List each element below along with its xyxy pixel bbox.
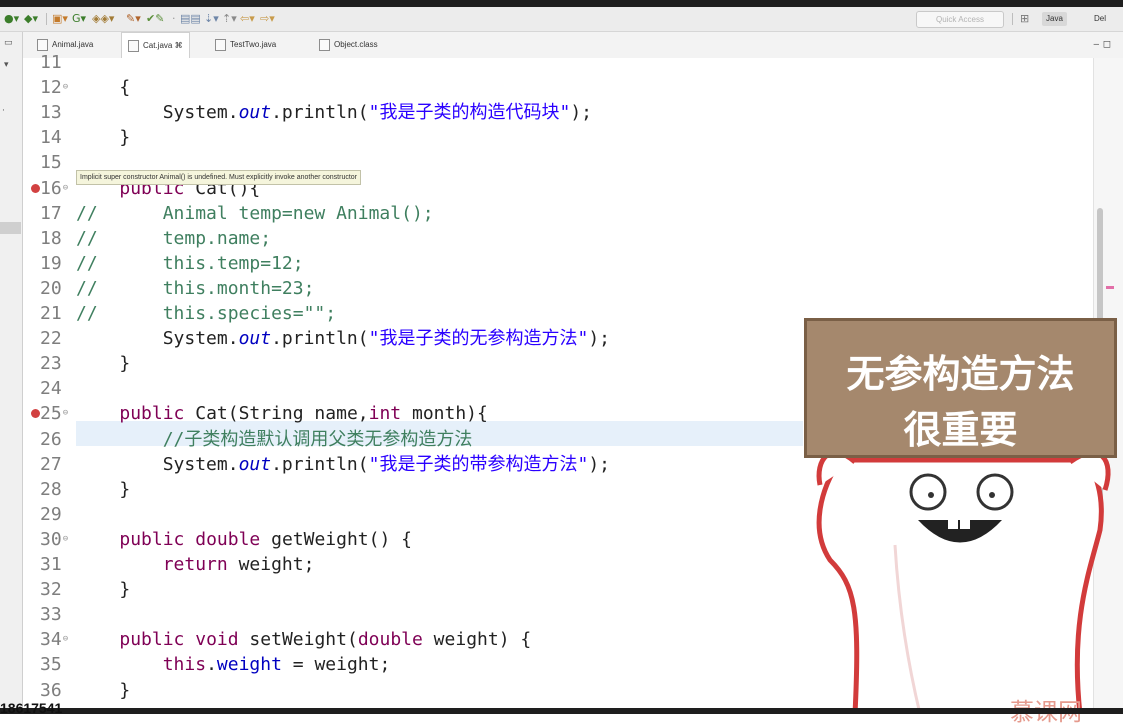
code-line[interactable]: this.weight = weight; [76, 652, 391, 677]
fold-icon[interactable]: ⊖ [63, 82, 68, 92]
sign-board: 无参构造方法 很重要 [804, 318, 1117, 458]
code-line[interactable]: public void setWeight(double weight) { [76, 627, 531, 652]
java-file-icon [128, 39, 139, 52]
next-annotation-icon[interactable]: ⇣▾ [204, 13, 219, 25]
sign-line-2: 很重要 [903, 408, 1018, 452]
code-line[interactable]: // this.month=23; [76, 276, 314, 301]
tab-label: TestTwo.java [230, 40, 277, 49]
line-number: 13 [40, 102, 62, 124]
code-line[interactable]: // this.species=""; [76, 301, 336, 326]
toolbar-separator [1012, 13, 1013, 25]
line-number: 14 [40, 127, 62, 149]
code-line[interactable]: System.out.println("我是子类的构造代码块"); [76, 100, 592, 125]
line-number: 12⊖ [40, 77, 69, 99]
toggle-icon[interactable]: ▤▤ [180, 13, 201, 25]
line-number: 28 [40, 478, 62, 500]
marker-icon: · [2, 106, 5, 116]
tab-label: Animal.java [52, 40, 94, 49]
line-number: 11 [40, 52, 62, 73]
code-line[interactable]: } [76, 351, 130, 376]
line-number: 36 [40, 679, 62, 701]
line-number: 18 [40, 227, 62, 249]
tab-label: Object.class [334, 40, 378, 49]
nav-icon[interactable]: · [172, 13, 176, 25]
line-number: 34⊖ [40, 629, 69, 651]
debug-icon[interactable]: ◆▾ [24, 13, 38, 25]
search-icon[interactable]: ✎▾ [126, 13, 141, 25]
code-line[interactable]: // Animal temp=new Animal(); [76, 201, 434, 226]
class-file-icon [319, 38, 330, 51]
line-number: 30⊖ [40, 528, 69, 550]
tab-object-class[interactable]: Object.class [313, 32, 384, 58]
editor-tab-bar: Animal.java Cat.java ⌘ TestTwo.java Obje… [23, 32, 1123, 59]
run-icon[interactable]: ●▾ [4, 13, 19, 25]
code-line[interactable]: } [76, 577, 130, 602]
open-perspective-icon[interactable]: ⊞ [1020, 13, 1029, 25]
line-number: 16⊖ [40, 177, 69, 199]
code-line[interactable]: } [76, 477, 130, 502]
code-line[interactable]: } [76, 125, 130, 150]
window-bottom-edge [0, 708, 1123, 714]
line-number: 20 [40, 277, 62, 299]
restore-icon[interactable]: ▭ [4, 38, 13, 48]
code-line[interactable]: public Cat(String name,int month){ [76, 401, 487, 426]
java-file-icon [215, 38, 226, 51]
line-number: 23 [40, 353, 62, 375]
fold-icon[interactable]: ⊖ [63, 408, 68, 418]
new-icon[interactable]: ▣▾ [52, 13, 68, 25]
toolbar-separator [46, 13, 47, 25]
error-marker-icon[interactable] [31, 183, 40, 193]
tab-label: Cat.java ⌘ [143, 41, 183, 50]
fold-icon[interactable]: ⊖ [63, 534, 68, 544]
line-number: 32 [40, 579, 62, 601]
fold-icon[interactable]: ⊖ [63, 634, 68, 644]
lesson-overlay: 无参构造方法 很重要 [800, 310, 1123, 714]
package-explorer-collapsed: ▭ ▾ · [0, 32, 23, 714]
code-line[interactable]: // temp.name; [76, 226, 271, 251]
prev-annotation-icon[interactable]: ⇡▾ [222, 13, 237, 25]
window-top-edge [0, 0, 1123, 7]
perspective-java-button[interactable]: Java [1042, 12, 1067, 26]
line-number: 21 [40, 303, 62, 324]
tab-testtwo-java[interactable]: TestTwo.java [209, 32, 282, 58]
perspective-debug-button[interactable]: Del [1094, 12, 1106, 26]
line-number: 19 [40, 252, 62, 274]
line-number: 33 [40, 604, 62, 626]
code-line[interactable]: //子类构造默认调用父类无参构造方法 [76, 427, 473, 452]
code-line[interactable]: return weight; [76, 552, 315, 577]
line-number: 17 [40, 202, 62, 224]
code-line[interactable]: // this.temp=12; [76, 251, 304, 276]
forward-icon[interactable]: ⇨▾ [260, 13, 275, 25]
line-number: 15 [40, 152, 62, 174]
back-icon[interactable]: ⇦▾ [240, 13, 255, 25]
line-number: 22 [40, 328, 62, 350]
error-tooltip: Implicit super constructor Animal() is u… [76, 170, 362, 185]
line-number: 31 [40, 554, 62, 575]
overview-marker[interactable] [1106, 286, 1114, 289]
main-toolbar: ●▾ ◆▾ ▣▾ G▾ ◈◈▾ ✎▾ ✔✎ · ▤▤ ⇣▾ ⇡▾ ⇦▾ ⇨▾ Q… [0, 7, 1123, 32]
code-line[interactable]: System.out.println("我是子类的带参构造方法"); [76, 452, 610, 477]
minimize-maximize-icon[interactable]: ‒ ◻ [1093, 40, 1111, 50]
new-class-icon[interactable]: G▾ [72, 13, 86, 25]
code-line[interactable]: } [76, 678, 130, 703]
chevron-down-icon[interactable]: ▾ [4, 60, 9, 70]
line-number: 27 [40, 453, 62, 475]
code-line[interactable]: { [76, 75, 130, 100]
code-line[interactable]: public double getWeight() { [76, 527, 412, 552]
quick-access-input[interactable]: Quick Access [916, 11, 1004, 28]
code-line[interactable]: System.out.println("我是子类的无参构造方法"); [76, 326, 610, 351]
tab-cat-java[interactable]: Cat.java ⌘ [121, 32, 190, 59]
line-number: 25⊖ [40, 403, 69, 425]
open-type-icon[interactable]: ◈◈▾ [92, 13, 114, 25]
selected-item-marker [0, 222, 21, 234]
line-number: 35 [40, 654, 62, 676]
fold-icon[interactable]: ⊖ [63, 183, 68, 193]
line-number: 29 [40, 503, 62, 525]
sign-line-1: 无参构造方法 [846, 352, 1075, 396]
line-number: 24 [40, 378, 62, 400]
line-number: 26 [40, 428, 62, 450]
annotation-icon[interactable]: ✔✎ [146, 13, 164, 25]
